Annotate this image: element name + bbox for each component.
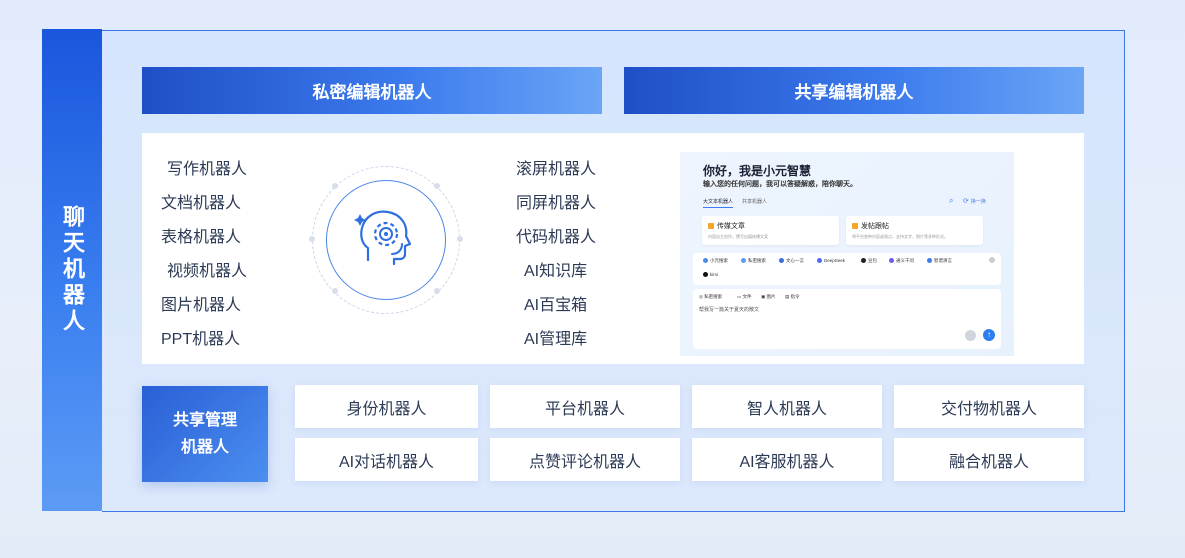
robot-label-right: AI管理库 — [524, 331, 588, 348]
bottom-robot-cell: 点赞评论机器人 — [490, 438, 680, 481]
robot-label-right: AI知识库 — [524, 263, 588, 280]
input-tool: ▣ 图片 — [761, 294, 776, 299]
manager-title-line1: 共享管理 — [172, 412, 237, 429]
hub-dot — [332, 183, 338, 189]
search-icon: ⌕ — [949, 196, 954, 205]
card-title: 传媒文章 — [717, 223, 745, 230]
hub-dot — [457, 236, 463, 242]
hub-dot — [332, 288, 338, 294]
robot-label-left: 写作机器人 — [167, 161, 248, 178]
brain-gear-icon — [354, 210, 412, 266]
card-title: 发帖跟帖 — [861, 223, 889, 230]
bottom-robot-cell: AI客服机器人 — [692, 438, 882, 481]
robot-label-right: AI百宝箱 — [524, 297, 588, 314]
refresh-label: 换一换 — [970, 199, 986, 205]
hub-dot — [309, 236, 315, 242]
model-chip: kimi — [703, 272, 718, 277]
model-chip: 通义千问 — [889, 258, 914, 264]
header-shared-editing: 共享编辑机器人 — [624, 67, 1084, 114]
manager-title-line2: 机器人 — [180, 439, 229, 456]
model-chip: 文心一言 — [779, 258, 804, 264]
robot-label-right: 同屏机器人 — [516, 195, 597, 212]
input-tool: ▤ 指令 — [785, 294, 800, 299]
input-tool: ◎ 私密搜索 — [699, 294, 723, 299]
hub-dot — [434, 183, 440, 189]
screenshot-model-list: 小元搜索 私密搜索 文心一言 DeepSeek 豆包 通义千问 智谱清言 kim… — [693, 253, 1001, 285]
model-chip: 私密搜索 — [741, 258, 766, 264]
robot-label-left: PPT机器人 — [161, 331, 241, 348]
app-screenshot-preview: 你好，我是小元智慧 输入您的任何问题，我可以答疑解惑，陪你聊天。 大文本机器人 … — [680, 152, 1014, 356]
screenshot-input-box: ◎ 私密搜索 ▭ 文件 ▣ 图片 ▤ 指令 帮我写一篇关于夏天的散文 ↑ — [693, 289, 1001, 349]
screenshot-tab: 共享机器人 — [742, 199, 768, 205]
robot-label-right: 代码机器人 — [516, 229, 597, 246]
screenshot-tab-active: 大文本机器人 — [703, 198, 734, 208]
screenshot-card: 传媒文章 内容自主创作，撰写自媒体爆文案 — [702, 216, 839, 245]
robot-label-right: 滚屏机器人 — [516, 161, 597, 178]
bottom-robot-cell: 交付物机器人 — [894, 385, 1084, 428]
input-placeholder: 帮我写一篇关于夏天的散文 — [699, 307, 760, 313]
screenshot-subtitle: 输入您的任何问题，我可以答疑解惑，陪你聊天。 — [703, 181, 857, 188]
shared-management-box: 共享管理 机器人 — [142, 386, 268, 482]
hub-dot — [434, 288, 440, 294]
card-icon — [708, 223, 714, 229]
send-icon: ↑ — [983, 329, 995, 341]
robot-label-left: 文档机器人 — [161, 195, 242, 212]
card-icon — [852, 223, 858, 229]
robot-label-left: 视频机器人 — [167, 263, 248, 280]
bottom-robot-cell: 平台机器人 — [490, 385, 680, 428]
model-chip: 小元搜索 — [703, 258, 728, 264]
bottom-robot-cell: 融合机器人 — [894, 438, 1084, 481]
card-desc: 内容自主创作，撰写自媒体爆文案 — [708, 234, 768, 239]
model-chip: 智谱清言 — [927, 258, 952, 264]
bottom-robot-cell: AI对话机器人 — [295, 438, 478, 481]
card-desc: 将平台各种内容或观点，支持文字、图片等多种形式。 — [852, 234, 948, 239]
side-bar: 聊天机器人 — [42, 29, 102, 511]
close-icon — [989, 257, 995, 263]
model-chip: DeepSeek — [817, 258, 845, 263]
robot-label-left: 表格机器人 — [161, 229, 242, 246]
header-private-editing: 私密编辑机器人 — [142, 67, 602, 114]
bottom-robot-cell: 身份机器人 — [295, 385, 478, 428]
bottom-robot-cell: 智人机器人 — [692, 385, 882, 428]
refresh-icon: ⟳ 换一换 — [963, 198, 986, 205]
robot-label-left: 图片机器人 — [161, 297, 242, 314]
input-tool: ▭ 文件 — [737, 294, 752, 299]
model-chip: 豆包 — [861, 258, 877, 264]
screenshot-greeting: 你好，我是小元智慧 — [703, 164, 812, 178]
side-title: 聊天机器人 — [60, 205, 85, 335]
screenshot-card: 发帖跟帖 将平台各种内容或观点，支持文字、图片等多种形式。 — [846, 216, 983, 245]
microphone-icon — [965, 330, 976, 341]
